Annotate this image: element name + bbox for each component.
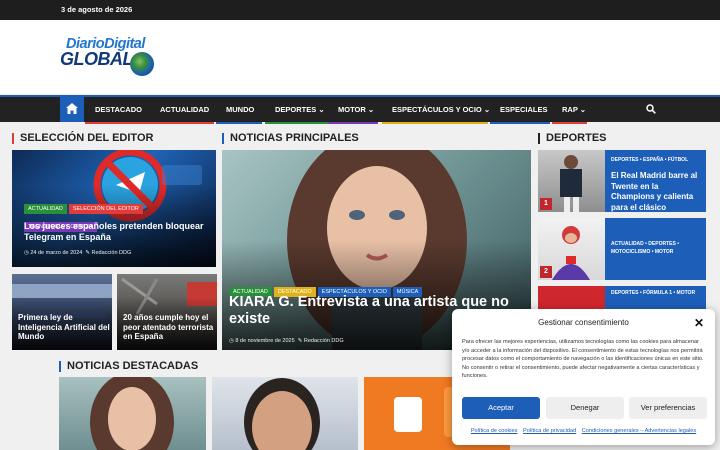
site-logo[interactable]: DiarioDigital GLOBAL: [60, 36, 160, 80]
article-title[interactable]: Los jueces españoles pretenden bloquear …: [24, 221, 209, 243]
sports-item-2[interactable]: 2 ACTUALIDAD • DEPORTES • MOTOCICLISMO •…: [538, 218, 706, 280]
nav-label: DEPORTES: [275, 105, 317, 114]
current-date: 3 de agosto de 2026: [61, 5, 133, 14]
article-meta: ◷ 24 de marzo de 2024 ✎ Redacción DDG: [24, 250, 131, 256]
nav-label: RAP: [562, 105, 578, 114]
legal-terms-link[interactable]: Condiciones generales – Advertencias leg…: [582, 428, 696, 434]
accept-button[interactable]: Aceptar: [462, 397, 540, 419]
nav-label: ESPECTÁCULOS Y OCIO: [392, 105, 482, 114]
home-icon: [66, 103, 78, 114]
article-title[interactable]: El Real Madrid barre al Twente en la Cha…: [611, 171, 703, 213]
nav-underline: [265, 122, 328, 124]
editor-featured-card[interactable]: ACTUALIDAD SELECCIÓN DEL EDITOR TECNOLOGÍ…: [12, 150, 216, 267]
main-navigation: DESTACADO ACTUALIDAD MUNDO DEPORTES ⌄ MO…: [0, 95, 720, 124]
tag-list[interactable]: DEPORTES • FÓRMULA 1 • MOTOR: [611, 289, 703, 297]
featured-card-1[interactable]: [59, 377, 206, 450]
nav-actualidad[interactable]: ACTUALIDAD: [150, 97, 214, 124]
article-author: Redacción DDG: [91, 250, 132, 256]
author-icon: ✎: [85, 250, 90, 256]
nav-motor[interactable]: MOTOR ⌄: [328, 97, 378, 124]
logo-line-2: GLOBAL: [60, 49, 134, 69]
view-preferences-button[interactable]: Ver preferencias: [629, 397, 707, 419]
nav-underline: [150, 122, 214, 124]
cookie-policy-link[interactable]: Política de cookies: [471, 428, 518, 434]
article-image: [244, 378, 320, 450]
nav-label: MOTOR: [338, 105, 366, 114]
cookie-links: Política de cookies Política de privacid…: [452, 428, 715, 434]
article-date: 8 de noviembre de 2025: [235, 338, 295, 344]
author-icon: ✎: [297, 338, 303, 344]
nav-underline: [85, 122, 152, 124]
cookie-dialog-title: Gestionar consentimiento: [538, 318, 629, 327]
section-title-sports: DEPORTES: [538, 133, 607, 144]
tag-list[interactable]: ACTUALIDAD • DEPORTES • MOTOCICLISMO • M…: [611, 240, 703, 256]
tag[interactable]: SELECCIÓN DEL EDITOR: [68, 204, 143, 214]
clock-icon: ◷: [24, 250, 29, 256]
site-header: DiarioDigital GLOBAL: [0, 20, 720, 94]
editor-card-small-2[interactable]: 20 años cumple hoy el peor atentado terr…: [117, 274, 217, 350]
nav-rap[interactable]: RAP ⌄: [552, 97, 587, 124]
article-thumbnail: [538, 286, 605, 310]
privacy-policy-link[interactable]: Política de privacidad: [523, 428, 576, 434]
globe-icon: [130, 52, 154, 76]
article-meta: ◷ 8 de noviembre de 2025 ✎ Redacción DDG: [229, 338, 344, 344]
editor-card-small-1[interactable]: Primera ley de Inteligencia Artificial d…: [12, 274, 112, 350]
nav-destacado[interactable]: DESTACADO: [85, 97, 152, 124]
featured-card-2[interactable]: [212, 377, 358, 450]
chevron-down-icon: ⌄: [318, 105, 325, 114]
tag-list[interactable]: DEPORTES • ESPAÑA • FÚTBOL: [611, 156, 703, 164]
sports-item-3[interactable]: DEPORTES • FÓRMULA 1 • MOTOR: [538, 286, 706, 310]
tag[interactable]: ACTUALIDAD: [24, 204, 67, 214]
nav-especiales[interactable]: ESPECIALES: [490, 97, 550, 124]
chevron-down-icon: ⌄: [367, 105, 375, 114]
chevron-down-icon: ⌄: [483, 105, 491, 114]
nav-label: DESTACADO: [95, 105, 142, 114]
top-bar: 3 de agosto de 2026: [0, 0, 720, 20]
deny-button[interactable]: Denegar: [546, 397, 624, 419]
article-title[interactable]: 20 años cumple hoy el peor atentado terr…: [123, 313, 215, 342]
home-button[interactable]: [60, 97, 84, 122]
nav-mundo[interactable]: MUNDO: [216, 97, 262, 124]
nav-deportes[interactable]: DEPORTES ⌄: [265, 97, 328, 124]
article-image: [90, 377, 174, 450]
nav-underline: [490, 122, 550, 124]
article-author: Redacción DDG: [303, 338, 344, 344]
nav-label: ACTUALIDAD: [160, 105, 210, 114]
article-thumbnail: 1: [538, 150, 605, 212]
section-title-main: NOTICIAS PRINCIPALES: [222, 133, 359, 144]
chevron-down-icon: ⌄: [579, 105, 587, 114]
sports-item-1[interactable]: 1 DEPORTES • ESPAÑA • FÚTBOL El Real Mad…: [538, 150, 706, 212]
section-title-featured: NOTICIAS DESTACADAS: [59, 361, 198, 372]
article-title[interactable]: Primera ley de Inteligencia Artificial d…: [18, 313, 110, 342]
close-icon[interactable]: ✕: [694, 316, 704, 330]
article-date: 24 de marzo de 2024: [30, 250, 83, 256]
nav-underline: [382, 122, 488, 124]
rank-badge: 2: [540, 266, 552, 278]
search-icon[interactable]: [646, 104, 656, 114]
nav-underline: [216, 122, 262, 124]
cookie-consent-dialog: Gestionar consentimiento ✕ Para ofrecer …: [452, 309, 715, 445]
nav-espectaculos[interactable]: ESPECTÁCULOS Y OCIO ⌄: [382, 97, 491, 124]
nav-underline: [328, 122, 378, 124]
section-title-editor: SELECCIÓN DEL EDITOR: [12, 133, 153, 144]
rank-badge: 1: [540, 198, 552, 210]
clock-icon: ◷: [229, 338, 234, 344]
nav-underline: [552, 122, 587, 124]
article-thumbnail: 2: [538, 218, 605, 280]
cookie-dialog-body: Para ofrecer las mejores experiencias, u…: [462, 339, 704, 379]
nav-label: ESPECIALES: [500, 105, 548, 114]
nav-label: MUNDO: [226, 105, 255, 114]
